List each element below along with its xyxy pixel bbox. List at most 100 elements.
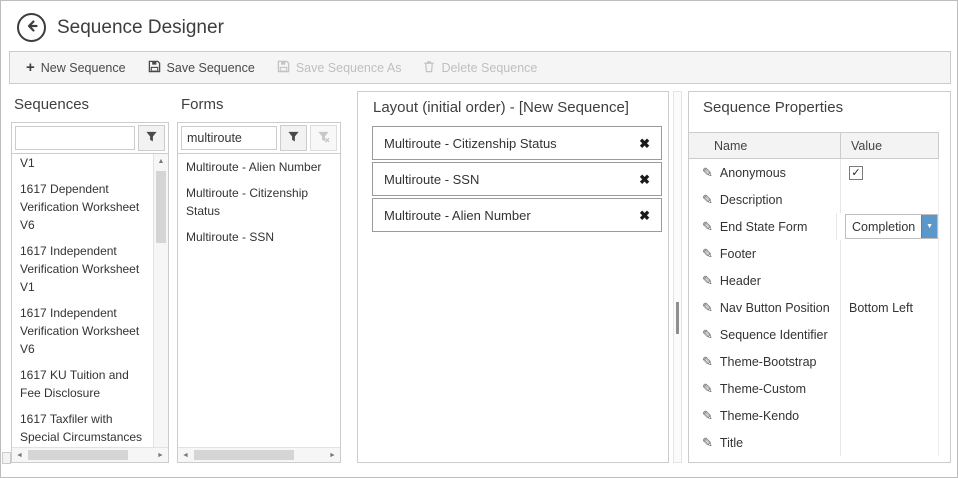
list-item[interactable]: 1617 Taxfiler with Special Circumstances: [12, 406, 153, 447]
edit-icon[interactable]: ✎: [702, 381, 713, 397]
scroll-up-icon[interactable]: ▲: [154, 154, 168, 169]
forms-filter-button[interactable]: [280, 125, 307, 151]
anonymous-checkbox[interactable]: ✓: [849, 166, 863, 180]
new-sequence-button[interactable]: + New Sequence: [16, 55, 136, 81]
property-name: Nav Button Position: [720, 301, 830, 315]
horizontal-scroll-thumb[interactable]: [194, 450, 294, 460]
sequences-search-row: [11, 122, 169, 154]
delete-sequence-button: Delete Sequence: [413, 55, 547, 81]
property-name: Title: [720, 436, 743, 450]
horizontal-scrollbar[interactable]: ◄ ►: [178, 447, 340, 462]
property-row: ✎Description: [689, 186, 939, 213]
list-item[interactable]: 1617 Dependent Verification Worksheet V6: [12, 176, 153, 238]
property-row: ✎Sequence Identifier: [689, 321, 939, 348]
property-name: Anonymous: [720, 166, 786, 180]
page-title: Sequence Designer: [57, 17, 224, 39]
back-button[interactable]: [17, 13, 46, 42]
property-value: [840, 321, 938, 348]
edit-icon[interactable]: ✎: [702, 219, 713, 235]
end-state-form-dropdown[interactable]: Completion ▼: [845, 214, 938, 239]
save-sequence-as-label: Save Sequence As: [296, 61, 402, 75]
horizontal-scrollbar[interactable]: ◄ ►: [12, 447, 168, 462]
scroll-right-icon[interactable]: ►: [325, 448, 340, 463]
property-name: Footer: [720, 247, 756, 261]
property-value: Bottom Left: [840, 294, 938, 321]
list-item[interactable]: 1617 Dependent Verification Worksheet V1: [12, 154, 153, 176]
properties-panel: Sequence Properties Name Value ✎Anonymou…: [688, 91, 951, 463]
list-item[interactable]: Multiroute - Citizenship Status: [178, 180, 340, 224]
clear-filter-icon: [317, 130, 330, 146]
layout-item-label: Multiroute - Alien Number: [384, 208, 639, 223]
forms-list-content: Multiroute - Alien Number Multiroute - C…: [178, 154, 340, 447]
forms-list: Multiroute - Alien Number Multiroute - C…: [177, 153, 341, 463]
toolbar: + New Sequence Save Sequence Save Sequen…: [9, 51, 951, 84]
delete-sequence-label: Delete Sequence: [441, 61, 537, 75]
forms-clear-filter-button: [310, 125, 337, 151]
scroll-left-icon[interactable]: ◄: [12, 448, 27, 463]
layout-item[interactable]: Multiroute - Citizenship Status ✖: [372, 126, 662, 160]
sequences-list: 1617 Dependent Verification Worksheet V1…: [11, 153, 169, 463]
layout-panel: Layout (initial order) - [New Sequence] …: [357, 91, 669, 463]
property-value: [840, 348, 938, 375]
layout-item[interactable]: Multiroute - SSN ✖: [372, 162, 662, 196]
forms-panel-title: Forms: [181, 96, 224, 113]
vertical-scroll-thumb[interactable]: [156, 171, 166, 243]
edit-icon[interactable]: ✎: [702, 300, 713, 316]
list-item[interactable]: 1617 Independent Verification Worksheet …: [12, 238, 153, 300]
app-header: Sequence Designer: [17, 13, 224, 42]
filter-icon: [287, 130, 300, 146]
scroll-left-icon[interactable]: ◄: [178, 448, 193, 463]
remove-icon[interactable]: ✖: [639, 209, 650, 222]
panel-splitter[interactable]: [673, 91, 682, 463]
save-sequence-label: Save Sequence: [167, 61, 255, 75]
column-header-name: Name: [689, 133, 840, 158]
property-value: [840, 186, 938, 213]
splitter-grip-icon: [676, 302, 679, 334]
layout-item[interactable]: Multiroute - Alien Number ✖: [372, 198, 662, 232]
property-value: [840, 267, 938, 294]
sequences-list-content: 1617 Dependent Verification Worksheet V1…: [12, 154, 153, 447]
vertical-scrollbar[interactable]: ▲: [153, 154, 168, 447]
forms-search-input[interactable]: [181, 126, 277, 150]
forms-search-row: [177, 122, 341, 154]
edit-icon[interactable]: ✎: [702, 354, 713, 370]
list-item[interactable]: Multiroute - SSN: [178, 224, 340, 250]
remove-icon[interactable]: ✖: [639, 137, 650, 150]
property-row: ✎ Header: [689, 267, 939, 294]
property-name: Header: [720, 274, 761, 288]
property-row: ✎Theme-Custom: [689, 375, 939, 402]
remove-icon[interactable]: ✖: [639, 173, 650, 186]
property-name: Theme-Bootstrap: [720, 355, 817, 369]
property-row: ✎ Title: [689, 429, 939, 456]
dropdown-value: Completion: [846, 220, 921, 234]
properties-table: Name Value ✎ Anonymous ✓ ✎Description ✎ En…: [689, 132, 939, 456]
property-value: [840, 375, 938, 402]
list-item[interactable]: Multiroute - Alien Number: [178, 154, 340, 180]
edit-icon[interactable]: ✎: [702, 246, 713, 262]
edit-icon[interactable]: ✎: [702, 165, 713, 181]
property-row: ✎ Nav Button Position Bottom Left: [689, 294, 939, 321]
edit-icon[interactable]: ✎: [702, 192, 713, 208]
property-name: End State Form: [720, 220, 808, 234]
new-sequence-label: New Sequence: [41, 61, 126, 75]
edit-icon[interactable]: ✎: [702, 435, 713, 451]
list-item[interactable]: 1617 Independent Verification Worksheet …: [12, 300, 153, 362]
list-item[interactable]: 1617 KU Tuition and Fee Disclosure: [12, 362, 153, 406]
save-sequence-button[interactable]: Save Sequence: [138, 55, 265, 81]
edit-icon[interactable]: ✎: [702, 273, 713, 289]
edit-icon[interactable]: ✎: [702, 408, 713, 424]
plus-icon: +: [26, 60, 35, 75]
arrow-left-icon: [24, 18, 40, 37]
property-row: ✎Theme-Kendo: [689, 402, 939, 429]
sequences-filter-button[interactable]: [138, 125, 165, 151]
column-header-value: Value: [840, 133, 938, 158]
scroll-right-icon[interactable]: ►: [153, 448, 168, 463]
layout-panel-title: Layout (initial order) - [New Sequence]: [373, 99, 629, 116]
edit-icon[interactable]: ✎: [702, 327, 713, 343]
sequences-search-input[interactable]: [15, 126, 135, 150]
layout-item-label: Multiroute - Citizenship Status: [384, 136, 639, 151]
property-row: ✎ Footer: [689, 240, 939, 267]
save-icon: [148, 60, 161, 76]
property-value: [840, 240, 938, 267]
horizontal-scroll-thumb[interactable]: [28, 450, 128, 460]
